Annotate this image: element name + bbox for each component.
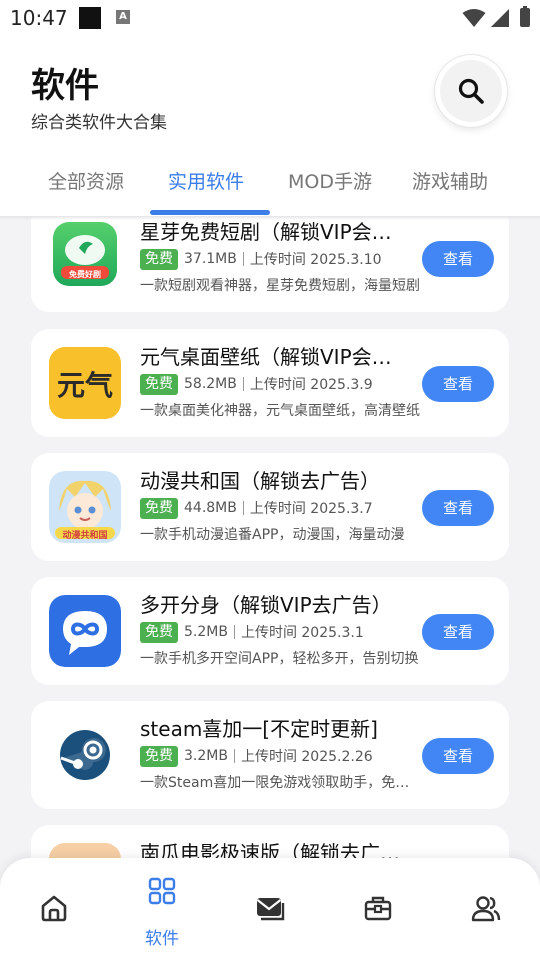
page-subtitle: 综合类软件大合集: [31, 113, 167, 133]
app-card[interactable]: 多开分身（解锁VIP去广告） 免费 5.2MB 上传时间 2025.3.1 一款…: [31, 577, 509, 685]
free-badge: 免费: [140, 248, 178, 270]
app-size: 5.2MB: [184, 624, 228, 640]
free-badge: 免费: [140, 373, 178, 395]
app-description: 一款短剧观看神器，星芽免费短剧，海量短剧: [140, 278, 420, 294]
free-badge: 免费: [140, 497, 178, 519]
wifi-icon: [462, 9, 486, 27]
status-time: 10:47: [10, 6, 68, 30]
nav-software[interactable]: 软件: [108, 858, 216, 960]
app-name: 多开分身（解锁VIP去广告）: [140, 593, 392, 617]
steam-icon: [49, 719, 121, 791]
app-card[interactable]: 动漫共和国 动漫共和国（解锁去广告） 免费 44.8MB 上传时间 2025.3…: [31, 453, 509, 561]
nav-home[interactable]: [0, 858, 108, 960]
app-description: 一款Steam喜加一限免游戏领取助手，免费领取: [140, 775, 422, 791]
toolbox-icon: [364, 896, 392, 921]
app-name: 元气桌面壁纸（解锁VIP会员）: [140, 345, 405, 369]
status-bar: 10:47 A: [0, 0, 540, 36]
app-upload-time: 上传时间 2025.3.7: [249, 501, 373, 517]
pumpkin-icon: [49, 843, 121, 858]
app-name: 南瓜电影极速版（解锁去广告）: [140, 841, 405, 858]
app-name: steam喜加一[不定时更新]: [140, 717, 378, 741]
view-button[interactable]: 查看: [422, 366, 494, 402]
app-size: 58.2MB: [184, 376, 237, 392]
home-icon: [41, 895, 67, 922]
app-meta: 免费 44.8MB 上传时间 2025.3.7: [140, 497, 373, 519]
app-name: 星芽免费短剧（解锁VIP会员）: [140, 220, 405, 244]
notification-a-icon: A: [116, 10, 130, 24]
nav-messages[interactable]: [216, 858, 324, 960]
app-meta: 免费 3.2MB 上传时间 2025.2.26: [140, 745, 373, 767]
page-title: 软件: [31, 66, 99, 106]
bottom-navigation: 软件: [0, 858, 540, 960]
divider: [242, 501, 244, 515]
yuanqi-icon: 元气: [49, 347, 121, 419]
app-meta: 免费 5.2MB 上传时间 2025.3.1: [140, 621, 364, 643]
search-icon: [458, 78, 484, 104]
app-name: 动漫共和国（解锁去广告）: [140, 469, 380, 493]
notification-square-icon: [79, 7, 101, 29]
free-badge: 免费: [140, 745, 178, 767]
divider: [233, 749, 235, 763]
grid-icon: [148, 877, 176, 905]
view-button[interactable]: 查看: [422, 614, 494, 650]
tab-game-assist[interactable]: 游戏辅助: [412, 167, 488, 194]
nav-profile[interactable]: [432, 858, 540, 960]
app-upload-time: 上传时间 2025.2.26: [240, 749, 373, 765]
dual-space-icon: [49, 595, 121, 667]
divider: [242, 377, 244, 391]
app-card[interactable]: 南瓜电影极速版（解锁去广告）: [31, 825, 509, 858]
header: 软件 综合类软件大合集 全部资源 实用软件 MOD手游 游戏辅助: [0, 36, 540, 216]
app-card[interactable]: steam喜加一[不定时更新] 免费 3.2MB 上传时间 2025.2.26 …: [31, 701, 509, 809]
app-upload-time: 上传时间 2025.3.1: [240, 625, 364, 641]
xingya-icon-label: 免费好剧: [69, 270, 101, 279]
users-icon: [471, 896, 501, 922]
view-button[interactable]: 查看: [422, 241, 494, 277]
search-button[interactable]: [435, 55, 507, 127]
app-size: 3.2MB: [184, 748, 228, 764]
app-size: 44.8MB: [184, 500, 237, 516]
active-tab-indicator: [150, 210, 270, 215]
tab-all-resources[interactable]: 全部资源: [48, 167, 124, 194]
app-upload-time: 上传时间 2025.3.9: [249, 377, 373, 393]
tab-utility-software[interactable]: 实用软件: [168, 167, 244, 194]
view-button[interactable]: 查看: [422, 490, 494, 526]
app-meta: 免费 37.1MB 上传时间 2025.3.10: [140, 248, 382, 270]
app-description: 一款手机动漫追番APP，动漫国，海量动漫: [140, 527, 405, 543]
app-description: 一款手机多开空间APP，轻松多开，告别切换: [140, 651, 419, 667]
app-card[interactable]: 免费好剧 星芽免费短剧（解锁VIP会员） 免费 37.1MB 上传时间 2025…: [31, 216, 509, 312]
anime-icon: 动漫共和国: [49, 471, 121, 543]
xingya-icon: 免费好剧: [53, 222, 117, 286]
mail-icon: [256, 898, 285, 921]
divider: [242, 252, 244, 266]
category-tabs: 全部资源 实用软件 MOD手游 游戏辅助: [0, 161, 540, 216]
yuanqi-icon-label: 元气: [56, 369, 113, 402]
tab-mod-games[interactable]: MOD手游: [288, 167, 372, 194]
app-meta: 免费 58.2MB 上传时间 2025.3.9: [140, 373, 373, 395]
app-card[interactable]: 元气 元气桌面壁纸（解锁VIP会员） 免费 58.2MB 上传时间 2025.3…: [31, 329, 509, 437]
divider: [233, 625, 235, 639]
view-button[interactable]: 查看: [422, 738, 494, 774]
signal-icon: [491, 9, 509, 27]
nav-tools[interactable]: [324, 858, 432, 960]
battery-icon: [520, 6, 530, 27]
free-badge: 免费: [140, 621, 178, 643]
app-size: 37.1MB: [184, 251, 237, 267]
app-upload-time: 上传时间 2025.3.10: [249, 252, 382, 268]
header-shadow: [0, 216, 540, 220]
anime-icon-label: 动漫共和国: [62, 531, 108, 541]
app-description: 一款桌面美化神器，元气桌面壁纸，高清壁纸: [140, 403, 420, 419]
app-list[interactable]: 免费好剧 星芽免费短剧（解锁VIP会员） 免费 37.1MB 上传时间 2025…: [0, 216, 540, 858]
nav-label-software: 软件: [145, 929, 179, 949]
